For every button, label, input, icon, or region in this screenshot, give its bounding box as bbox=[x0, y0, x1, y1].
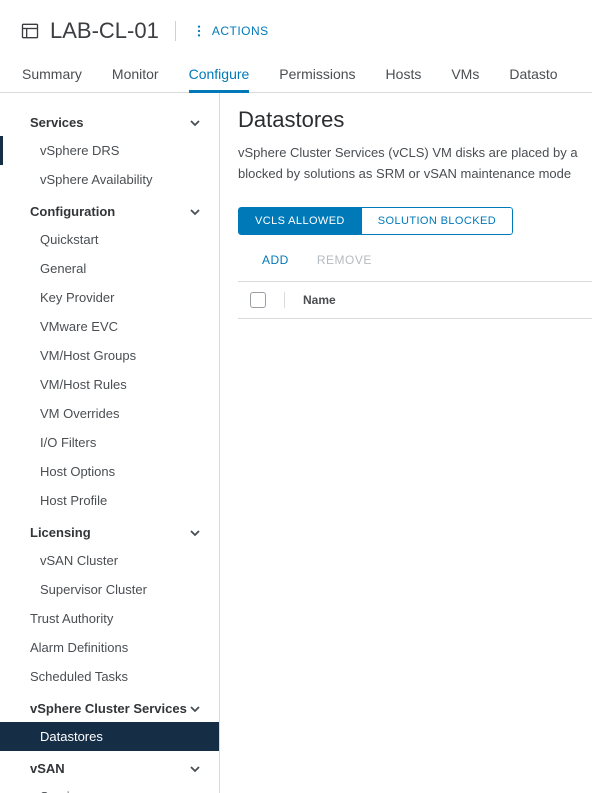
add-button[interactable]: ADD bbox=[262, 253, 289, 267]
sidebar-section-header[interactable]: vSAN bbox=[0, 751, 219, 782]
sidebar-item[interactable]: Quickstart bbox=[0, 225, 219, 254]
tab-datasto[interactable]: Datasto bbox=[509, 56, 557, 92]
sidebar-item[interactable]: VMware EVC bbox=[0, 312, 219, 341]
chevron-down-icon bbox=[189, 763, 201, 775]
segment-button[interactable]: VCLS ALLOWED bbox=[238, 207, 362, 235]
sidebar-section-header[interactable]: Configuration bbox=[0, 194, 219, 225]
chevron-down-icon bbox=[189, 117, 201, 129]
sidebar-item[interactable]: vSphere DRS bbox=[0, 136, 219, 165]
segment-button[interactable]: SOLUTION BLOCKED bbox=[362, 207, 513, 235]
segment-control: VCLS ALLOWEDSOLUTION BLOCKED bbox=[238, 207, 513, 235]
tab-bar: Summary Monitor Configure Permissions Hosts V… bbox=[0, 56, 592, 93]
divider bbox=[175, 21, 176, 41]
cluster-icon bbox=[20, 21, 40, 41]
actions-label: ACTIONS bbox=[212, 24, 269, 38]
chevron-down-icon bbox=[189, 527, 201, 539]
content-title: Datastores bbox=[238, 107, 592, 133]
sidebar-item[interactable]: VM Overrides bbox=[0, 399, 219, 428]
sidebar-item[interactable]: Supervisor Cluster bbox=[0, 575, 219, 604]
sidebar-item[interactable]: vSAN Cluster bbox=[0, 546, 219, 575]
table-header: Name bbox=[238, 281, 592, 319]
table-actions: ADD REMOVE bbox=[238, 253, 592, 281]
sidebar-section-header[interactable]: Licensing bbox=[0, 515, 219, 546]
sidebar-item[interactable]: I/O Filters bbox=[0, 428, 219, 457]
tab-permissions[interactable]: Permissions bbox=[279, 56, 355, 92]
tab-configure[interactable]: Configure bbox=[189, 56, 250, 92]
column-name-header: Name bbox=[303, 293, 336, 307]
sidebar-item[interactable]: Datastores bbox=[0, 722, 219, 751]
select-all-checkbox[interactable] bbox=[250, 292, 266, 308]
actions-menu[interactable]: ACTIONS bbox=[192, 24, 269, 38]
sidebar: ServicesvSphere DRSvSphere AvailabilityC… bbox=[0, 93, 220, 793]
main-content: Datastores vSphere Cluster Services (vCL… bbox=[220, 93, 592, 793]
sidebar-item[interactable]: Alarm Definitions bbox=[0, 633, 219, 662]
content-description: vSphere Cluster Services (vCLS) VM disks… bbox=[238, 143, 592, 185]
sidebar-item[interactable]: Key Provider bbox=[0, 283, 219, 312]
tab-hosts[interactable]: Hosts bbox=[386, 56, 422, 92]
sidebar-section-header[interactable]: Services bbox=[0, 105, 219, 136]
sidebar-section-header[interactable]: vSphere Cluster Services bbox=[0, 691, 219, 722]
tab-monitor[interactable]: Monitor bbox=[112, 56, 159, 92]
sidebar-item[interactable]: Host Options bbox=[0, 457, 219, 486]
sidebar-item[interactable]: Host Profile bbox=[0, 486, 219, 515]
tab-vms[interactable]: VMs bbox=[451, 56, 479, 92]
sidebar-item[interactable]: Trust Authority bbox=[0, 604, 219, 633]
remove-button[interactable]: REMOVE bbox=[317, 253, 372, 267]
sidebar-item[interactable]: VM/Host Groups bbox=[0, 341, 219, 370]
page-title: LAB-CL-01 bbox=[50, 18, 159, 44]
chevron-down-icon bbox=[189, 206, 201, 218]
sidebar-item[interactable]: Scheduled Tasks bbox=[0, 662, 219, 691]
sidebar-item[interactable]: VM/Host Rules bbox=[0, 370, 219, 399]
sidebar-item[interactable]: vSphere Availability bbox=[0, 165, 219, 194]
chevron-down-icon bbox=[189, 703, 201, 715]
actions-dots-icon bbox=[192, 24, 206, 38]
tab-summary[interactable]: Summary bbox=[22, 56, 82, 92]
sidebar-item[interactable]: General bbox=[0, 254, 219, 283]
sidebar-item[interactable]: Services bbox=[0, 782, 219, 793]
column-separator bbox=[284, 292, 285, 308]
